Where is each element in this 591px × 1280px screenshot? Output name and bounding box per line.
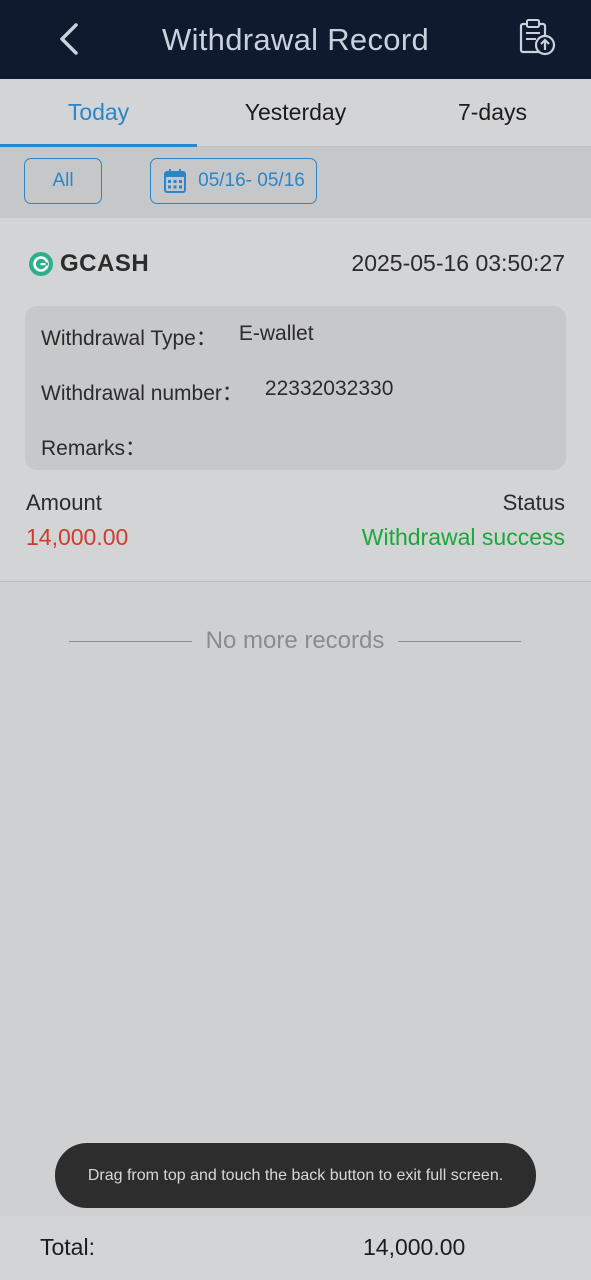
tab-7-days[interactable]: 7-days: [394, 79, 591, 146]
total-bar: Total: 14,000.00: [0, 1216, 591, 1280]
filter-all-button[interactable]: All: [24, 158, 102, 204]
clipboard-upload-icon: [519, 19, 556, 56]
gcash-logo-icon: [29, 252, 53, 276]
clipboard-upload-button[interactable]: [516, 18, 558, 58]
divider-left: [69, 640, 192, 642]
total-label: Total:: [40, 1234, 95, 1260]
remarks-row: Remarks：: [41, 432, 146, 462]
tab-today[interactable]: Today: [0, 79, 197, 147]
withdrawal-number-value: 22332032330: [264, 377, 394, 400]
page-title: Withdrawal Record: [162, 21, 429, 57]
record-datetime: 2025-05-16 03:50:27: [351, 250, 565, 276]
list-end-indicator: No more records: [69, 624, 522, 658]
date-range-label: 05/16- 05/16: [198, 170, 305, 191]
filter-bar: All 05/16- 05/16: [0, 147, 591, 218]
date-range-button[interactable]: 05/16- 05/16: [150, 158, 317, 204]
divider-right: [398, 640, 522, 642]
back-button[interactable]: [52, 20, 86, 58]
status-value: Withdrawal success: [361, 524, 565, 550]
calendar-icon: [164, 169, 187, 193]
withdrawal-type-row: Withdrawal Type： E-wallet: [41, 322, 314, 352]
no-more-records-text: No more records: [205, 627, 385, 654]
top-bar: Withdrawal Record: [0, 0, 591, 79]
status-label: Status: [502, 490, 565, 515]
date-tabs: Today Yesterday 7-days: [0, 79, 591, 147]
withdrawal-number-label: Withdrawal number：: [41, 382, 243, 405]
amount-value: 14,000.00: [26, 524, 129, 550]
withdrawal-type-value: E-wallet: [238, 322, 314, 345]
chevron-left-icon: [60, 23, 78, 55]
withdrawal-record-card[interactable]: GCASH 2025-05-16 03:50:27 Withdrawal Typ…: [0, 218, 591, 582]
brand-name: GCASH: [60, 250, 150, 277]
payment-brand: GCASH: [28, 250, 149, 278]
record-details: Withdrawal Type： E-wallet Withdrawal num…: [25, 306, 566, 470]
tab-yesterday[interactable]: Yesterday: [197, 79, 394, 146]
amount-label: Amount: [26, 490, 102, 515]
remarks-label: Remarks：: [41, 437, 147, 460]
withdrawal-number-row: Withdrawal number： 22332032330: [41, 377, 393, 407]
withdrawal-type-label: Withdrawal Type：: [41, 327, 217, 350]
fullscreen-toast: Drag from top and touch the back button …: [55, 1143, 536, 1208]
total-value: 14,000.00: [363, 1234, 466, 1260]
